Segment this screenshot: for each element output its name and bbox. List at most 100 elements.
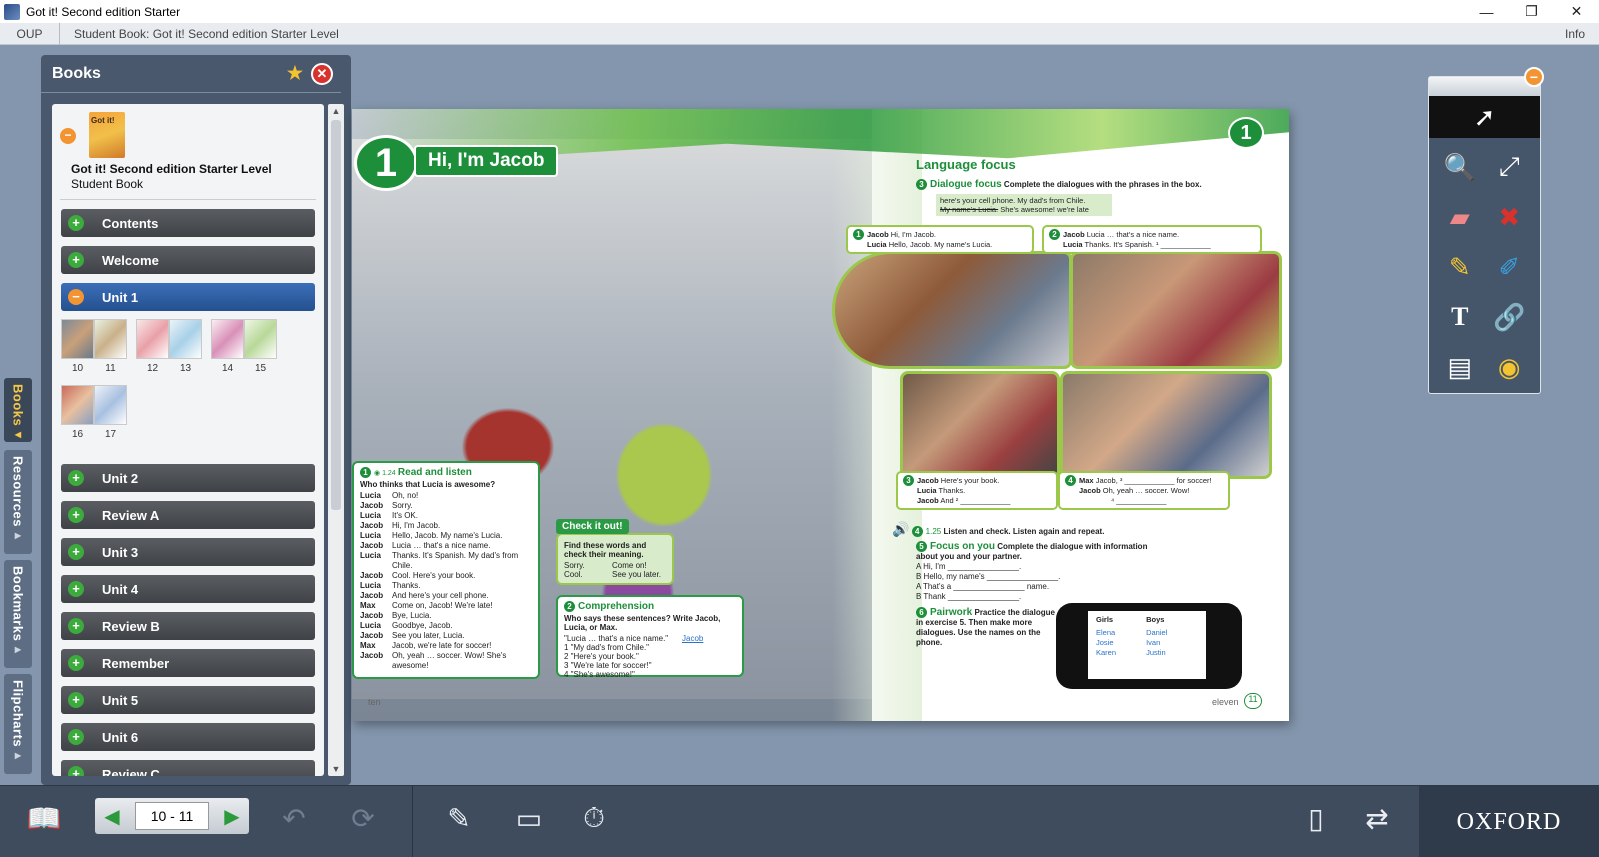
page-input[interactable] [135,802,209,830]
expand-icon: + [68,729,84,745]
books-panel-title: Books [52,64,101,82]
prev-page-icon[interactable]: ◀ [101,804,123,829]
tab-resources[interactable]: Resources ▶ [4,450,32,554]
book-subtitle: Student Book [71,177,144,191]
window-icon[interactable]: ▭ [504,800,554,836]
notes-icon[interactable]: ▤ [1435,346,1485,388]
page-navigator: ◀ ▶ [95,798,249,834]
photo-dialogue-2 [1070,251,1282,369]
read-listen-box[interactable]: 1 ◉ 1.24 Read and listen Who thinks that … [352,461,540,679]
caption-4[interactable]: 4 Max Jacob, ³ ____________ for soccer! J… [1058,471,1230,510]
pencil-icon[interactable]: ✎ [1435,246,1485,288]
link-icon[interactable]: 🔗 [1485,296,1535,338]
thumbnail-pages-16-17[interactable]: 16 17 [61,385,127,440]
page-thumbnails: 10 11 12 13 14 15 16 17 [61,319,315,455]
window-titlebar: Got it! Second edition Starter — ❐ ✕ [0,0,1599,23]
section-review-b[interactable]: + Review B [61,612,315,640]
expand-icon: + [68,544,84,560]
favorite-star-icon[interactable]: ★ [287,63,303,84]
highlighter-icon[interactable]: ✐ [1485,246,1535,288]
phone-image: Girls Elena Josie Karen Boys Daniel Ivan Justi… [1056,603,1242,689]
language-focus-title: Language focus [916,157,1016,172]
right-page-label: eleven [1212,697,1239,707]
fullscreen-icon[interactable]: ⤢ [1485,146,1535,188]
check-it-out-tag: Check it out! [556,519,629,534]
tab-books[interactable]: Books ◀ [4,378,32,442]
maximize-button[interactable]: ❐ [1509,0,1554,23]
section-review-c[interactable]: + Review C [61,760,315,776]
section-unit-4[interactable]: + Unit 4 [61,575,315,603]
photo-dialogue-1 [832,251,1072,369]
book-icon[interactable]: 📖 [18,800,70,836]
caption-1[interactable]: 1 Jacob Hi, I'm Jacob. Lucia Hello, Jacob… [846,225,1034,254]
section-unit-2[interactable]: + Unit 2 [61,464,315,492]
expand-icon: + [68,507,84,523]
breadcrumb: Student Book: Got it! Second edition Sta… [74,26,339,41]
books-panel-header: Books ★ ✕ [41,55,341,93]
tools-panel-handle[interactable] [1429,77,1540,96]
minimize-tools-icon[interactable]: − [1524,67,1544,87]
text-tool-icon[interactable]: T [1435,296,1485,338]
scroll-thumb[interactable] [331,120,341,510]
expand-icon: + [68,581,84,597]
caption-2[interactable]: 2 Jacob Lucia … that's a nice name. Lucia… [1042,225,1262,254]
app-icon [4,3,20,20]
caption-3[interactable]: 3 Jacob Here's your book. Lucia Thanks. J… [896,471,1058,510]
spotlight-icon[interactable]: ◉ [1485,346,1535,388]
comprehension-box[interactable]: 2 Comprehension Who says these sentences?… [556,595,744,679]
timer-icon[interactable]: ⏱ [572,800,616,836]
eraser-icon[interactable]: ▰ [1435,196,1485,238]
dialogue-focus-heading: 3 Dialogue focus Complete the dialogues w… [916,179,1216,190]
speaker-icon: 🔊 [892,521,910,537]
exercise-6[interactable]: 6 Pairwork Practice the dialogue in exerc… [916,607,1056,648]
section-unit-5[interactable]: + Unit 5 [61,686,315,714]
close-panel-icon[interactable]: ✕ [311,62,333,85]
oup-menu[interactable]: OUP [0,22,60,45]
section-review-a[interactable]: + Review A [61,501,315,529]
exercise-4[interactable]: 🔊 4 1.25 Listen and check. Listen again a… [892,521,1232,538]
scroll-up-icon[interactable]: ▲ [328,104,344,118]
pointer-icon[interactable]: ➚ [1429,96,1540,138]
collapse-book-button[interactable]: − [60,128,76,144]
flipchart-icon[interactable]: ▯ [1296,800,1336,836]
close-window-button[interactable]: ✕ [1554,0,1599,23]
tab-bookmarks[interactable]: Bookmarks ▶ [4,560,32,668]
exercise-5[interactable]: 5 Focus on you Complete the dialogue with… [916,541,1156,602]
section-unit-1[interactable]: − Unit 1 [61,283,315,311]
check-it-out-box[interactable]: Find these words and check their meaning… [556,533,674,585]
section-welcome[interactable]: + Welcome [61,246,315,274]
book-info: − Got it! Second edition Starter Level S… [60,104,316,200]
unit-number-badge-right: 1 [1228,117,1264,149]
minimize-button[interactable]: — [1464,0,1509,23]
section-contents[interactable]: + Contents [61,209,315,237]
section-remember[interactable]: + Remember [61,649,315,677]
next-page-icon[interactable]: ▶ [221,804,243,829]
collapse-icon: − [68,289,84,305]
section-unit-6[interactable]: + Unit 6 [61,723,315,751]
thumbnail-pages-14-15[interactable]: 14 15 [211,319,277,374]
left-page-label: ten [368,697,381,707]
thumbnail-pages-12-13[interactable]: 12 13 [136,319,202,374]
phone-screen: Girls Elena Josie Karen Boys Daniel Ivan Justi… [1088,611,1206,679]
swap-icon[interactable]: ⇄ [1352,800,1402,836]
tab-flipcharts[interactable]: Flipcharts ▶ [4,674,32,774]
book-title: Got it! Second edition Starter Level [71,162,272,176]
page-flip-icon[interactable]: ⟳ [336,800,390,836]
scroll-down-icon[interactable]: ▼ [328,762,344,776]
thumbnail-pages-10-11[interactable]: 10 11 [61,319,127,374]
window-title: Got it! Second edition Starter [26,4,181,19]
books-scrollbar[interactable]: ▲ ▼ [328,104,344,776]
pen-options-icon[interactable]: ✎ [434,800,484,836]
undo-icon[interactable]: ↶ [270,800,318,836]
tools-panel: ➚ 🔍 ⤢ ▰ ✖ ✎ ✐ T 🔗 ▤ ◉ [1428,76,1541,394]
book-cover-thumbnail[interactable] [89,112,125,158]
books-panel: Books ★ ✕ − Got it! Second edition Start… [41,55,351,785]
section-unit-3[interactable]: + Unit 3 [61,538,315,566]
bottom-toolbar: 📖 ◀ ▶ ↶ ⟳ ✎ ▭ ⏱ ▯ ⇄ OXFORD [0,785,1599,857]
expand-icon: + [68,655,84,671]
info-link[interactable]: Info [1565,27,1599,41]
unit-title: Hi, I'm Jacob [414,145,559,177]
zoom-icon[interactable]: 🔍 [1435,146,1485,188]
clear-all-icon[interactable]: ✖ [1485,196,1535,238]
right-page-number: 11 [1244,693,1262,709]
